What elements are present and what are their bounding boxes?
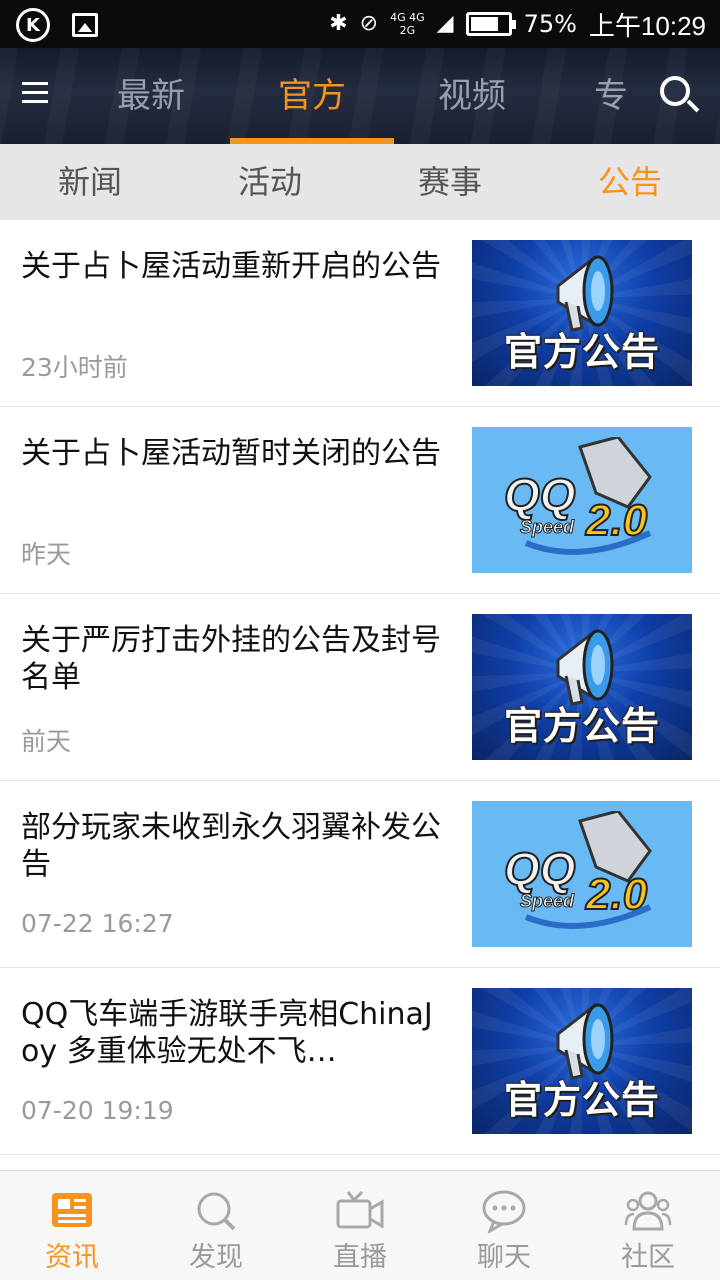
status-bar: K ✱ ⊘ 4G 4G 2G ◢ 75% 上午10:29 <box>0 0 720 48</box>
bottom-nav-news[interactable]: 资讯 <box>0 1171 144 1280</box>
bottom-nav-discover[interactable]: 发现 <box>144 1171 288 1280</box>
network-indicator: 4G 4G 2G <box>390 11 425 37</box>
article-time: 昨天 <box>21 540 72 569</box>
menu-icon[interactable] <box>22 76 62 116</box>
qq-speed-logo: QQ Speed 2.0 <box>503 437 652 555</box>
network-label: 4G <box>409 11 425 24</box>
article-time: 07-20 19:19 <box>21 1096 174 1125</box>
logo-text-qq: QQ <box>504 843 576 895</box>
search-icon[interactable] <box>658 74 702 118</box>
bottom-nav-label: 社区 <box>621 1242 675 1273</box>
list-item[interactable]: 关于占卜屋活动重新开启的公告 23小时前 官方公告 <box>0 220 720 407</box>
list-item[interactable]: QQ飞车端手游联手亮相ChinaJoy 多重体验无处不飞… 07-20 19:1… <box>0 968 720 1155</box>
article-thumbnail: QQ Speed 2.0 <box>472 801 692 947</box>
bottom-nav-label: 发现 <box>189 1242 243 1273</box>
list-item[interactable]: 部分玩家未收到永久羽翼补发公告 07-22 16:27 QQ Speed 2.0 <box>0 781 720 968</box>
article-thumbnail: 官方公告 <box>472 614 692 760</box>
community-icon <box>624 1191 672 1231</box>
article-title: 关于严厉打击外挂的公告及封号名单 <box>21 623 441 695</box>
sub-tabs: 新闻 活动 赛事 公告 <box>0 144 720 220</box>
subtab-news[interactable]: 新闻 <box>0 144 180 220</box>
article-title: 部分玩家未收到永久羽翼补发公告 <box>21 810 441 882</box>
kingroot-icon: K <box>16 8 50 42</box>
article-time: 07-22 16:27 <box>21 909 174 938</box>
signal-icon: ◢ <box>436 11 454 36</box>
logo-text-qq: QQ <box>504 469 576 521</box>
tab-latest[interactable]: 最新 <box>71 48 231 144</box>
bottom-nav-label: 直播 <box>333 1242 387 1273</box>
bottom-nav-label: 聊天 <box>477 1242 531 1273</box>
article-list: 关于占卜屋活动重新开启的公告 23小时前 官方公告 关于占卜屋活动暂时关闭的公告… <box>0 220 720 1155</box>
article-title: 关于占卜屋活动重新开启的公告 <box>21 249 441 284</box>
mute-icon: ⊘ <box>359 11 379 36</box>
subtab-announcements[interactable]: 公告 <box>540 144 720 220</box>
discover-icon <box>197 1192 236 1231</box>
thumbnail-text: 官方公告 <box>503 1078 660 1122</box>
subtab-matches[interactable]: 赛事 <box>360 144 540 220</box>
gallery-icon <box>72 13 98 37</box>
article-thumbnail: 官方公告 <box>472 240 692 386</box>
battery-percent: 75% <box>523 10 577 38</box>
live-icon <box>336 1190 384 1229</box>
chat-icon <box>482 1190 526 1233</box>
list-item[interactable]: 关于占卜屋活动暂时关闭的公告 昨天 QQ Speed 2.0 <box>0 407 720 594</box>
thumbnail-text: 官方公告 <box>503 330 660 374</box>
clock: 上午10:29 <box>588 10 706 41</box>
network-label: 2G <box>399 24 416 37</box>
article-time: 23小时前 <box>21 353 128 382</box>
bottom-nav: 资讯 发现 直播 聊天 社区 <box>0 1170 720 1280</box>
news-icon <box>52 1193 92 1227</box>
list-item[interactable]: 关于严厉打击外挂的公告及封号名单 前天 官方公告 <box>0 594 720 781</box>
network-label: 4G <box>390 11 406 24</box>
logo-text-speed: Speed <box>520 891 575 911</box>
battery-icon <box>465 12 516 36</box>
bottom-nav-label: 资讯 <box>45 1242 99 1273</box>
article-title: 关于占卜屋活动暂时关闭的公告 <box>21 436 441 471</box>
tab-official[interactable]: 官方 <box>232 48 392 144</box>
tab-column[interactable]: 专栏 <box>594 48 646 144</box>
bottom-nav-live[interactable]: 直播 <box>288 1171 432 1280</box>
thumbnail-text: 官方公告 <box>503 704 660 748</box>
bottom-nav-community[interactable]: 社区 <box>576 1171 720 1280</box>
article-thumbnail: 官方公告 <box>472 988 692 1134</box>
bottom-nav-chat[interactable]: 聊天 <box>432 1171 576 1280</box>
qq-speed-logo: QQ Speed 2.0 <box>503 811 652 929</box>
top-nav: 最新 官方 视频 专栏 <box>0 48 720 144</box>
article-time: 前天 <box>21 727 72 756</box>
subtab-events[interactable]: 活动 <box>180 144 360 220</box>
bluetooth-icon: ✱ <box>329 11 348 36</box>
tab-video[interactable]: 视频 <box>392 48 552 144</box>
logo-text-speed: Speed <box>520 517 575 537</box>
article-title: QQ飞车端手游联手亮相ChinaJoy 多重体验无处不飞… <box>21 997 433 1069</box>
article-thumbnail: QQ Speed 2.0 <box>472 427 692 573</box>
